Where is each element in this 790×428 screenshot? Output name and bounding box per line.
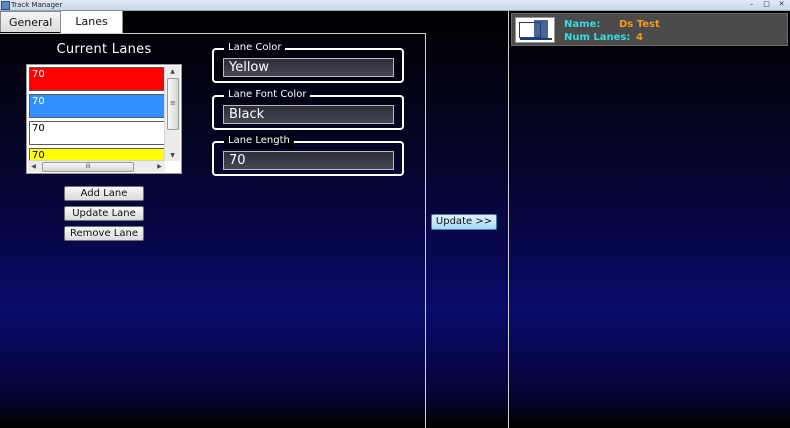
scroll-left-icon[interactable]: ◀ bbox=[28, 161, 39, 172]
current-lanes-list[interactable]: 70 70 70 70 ▲ ≡ ▼ ◀ III ▶ bbox=[26, 64, 182, 174]
lane-length-label: Lane Length bbox=[224, 134, 294, 148]
lane-color-label: Lane Color bbox=[224, 41, 286, 55]
lane-items: 70 70 70 70 bbox=[29, 67, 165, 161]
lane-font-color-group: Lane Font Color Black bbox=[212, 88, 404, 130]
logo-mark bbox=[534, 20, 548, 38]
main-area: General Lanes Current Lanes 70 70 70 70 bbox=[0, 10, 790, 428]
track-lanes-row: Num Lanes: 4 bbox=[564, 32, 643, 44]
remove-lane-button[interactable]: Remove Lane bbox=[64, 226, 144, 241]
lane-font-color-label: Lane Font Color bbox=[224, 88, 311, 102]
track-name-value: Ds Test bbox=[619, 19, 660, 30]
close-icon[interactable]: ✕ bbox=[777, 0, 786, 9]
tab-strip: General Lanes bbox=[0, 10, 123, 33]
lane-item-label: 70 bbox=[32, 96, 45, 107]
scroll-right-icon[interactable]: ▶ bbox=[154, 161, 165, 172]
tab-general[interactable]: General bbox=[0, 11, 62, 32]
logo-line bbox=[520, 38, 552, 40]
lane-length-field[interactable]: 70 bbox=[223, 151, 394, 170]
track-name-label: Name: bbox=[564, 19, 601, 30]
scroll-grip-icon: ≡ bbox=[170, 99, 176, 107]
track-list-panel: Name: Ds Test Num Lanes: 4 bbox=[508, 11, 788, 428]
horizontal-scroll-thumb[interactable]: III bbox=[42, 162, 134, 172]
tab-lanes[interactable]: Lanes bbox=[60, 10, 123, 33]
lane-item-label: 70 bbox=[32, 69, 45, 80]
update-track-button[interactable]: Update >> bbox=[431, 214, 497, 230]
vertical-scrollbar[interactable]: ▲ ≡ ▼ bbox=[164, 66, 180, 161]
lane-item[interactable]: 70 bbox=[29, 67, 165, 91]
add-lane-button[interactable]: Add Lane bbox=[64, 186, 144, 201]
app-icon bbox=[1, 1, 10, 10]
horizontal-scrollbar[interactable]: ◀ III ▶ bbox=[28, 160, 165, 172]
vertical-scroll-thumb[interactable]: ≡ bbox=[167, 78, 179, 130]
scroll-down-icon[interactable]: ▼ bbox=[165, 150, 180, 161]
track-name-row: Name: Ds Test bbox=[564, 19, 660, 31]
current-lanes-title: Current Lanes bbox=[56, 42, 152, 57]
update-lane-button[interactable]: Update Lane bbox=[64, 206, 144, 221]
maximize-icon[interactable]: □ bbox=[762, 0, 771, 9]
num-lanes-value: 4 bbox=[636, 32, 643, 43]
lane-item-label: 70 bbox=[32, 123, 45, 134]
lane-item[interactable]: 70 bbox=[29, 94, 165, 118]
lane-color-field[interactable]: Yellow bbox=[223, 58, 394, 77]
track-logo bbox=[515, 17, 555, 43]
minimize-icon[interactable]: – bbox=[747, 0, 756, 9]
window-controls: – □ ✕ bbox=[747, 0, 786, 9]
scroll-up-icon[interactable]: ▲ bbox=[165, 66, 180, 77]
lanes-panel: Current Lanes 70 70 70 70 ▲ ≡ ▼ ◀ III ▶ … bbox=[0, 33, 426, 428]
lane-item[interactable]: 70 bbox=[29, 121, 165, 145]
track-card[interactable]: Name: Ds Test Num Lanes: 4 bbox=[511, 13, 788, 46]
lane-color-group: Lane Color Yellow bbox=[212, 41, 404, 83]
lane-font-color-field[interactable]: Black bbox=[223, 105, 394, 124]
num-lanes-label: Num Lanes: bbox=[564, 32, 631, 43]
window-title: Track Manager bbox=[11, 1, 63, 9]
lane-length-group: Lane Length 70 bbox=[212, 134, 404, 176]
